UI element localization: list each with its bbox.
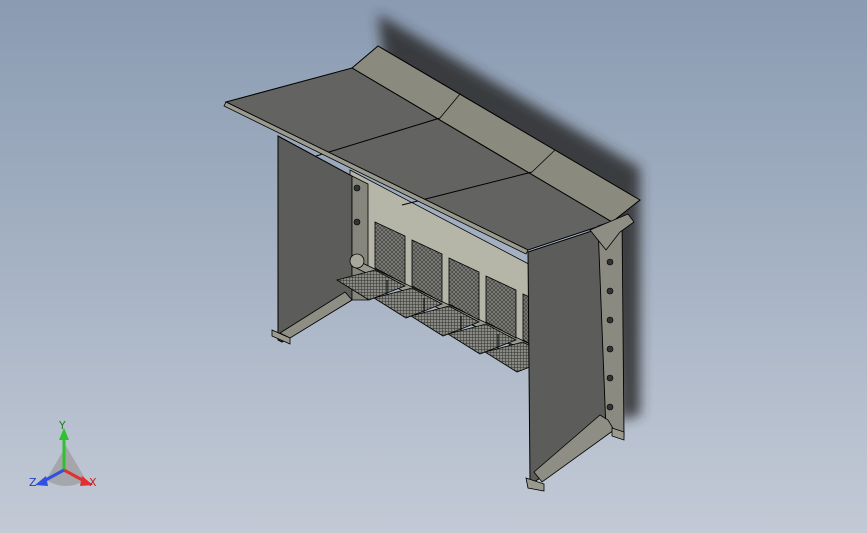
post-hole: [606, 316, 614, 324]
bench-rail-cap: [349, 253, 365, 269]
reference-triad[interactable]: [35, 428, 93, 486]
post-hole: [606, 258, 614, 266]
post-hole: [606, 345, 614, 353]
triad-x-label: X: [89, 476, 97, 489]
model-canvas[interactable]: [0, 0, 867, 533]
left-post-hole: [353, 184, 361, 192]
post-hole: [606, 374, 614, 382]
graphics-viewport[interactable]: Y X Z: [0, 0, 867, 533]
post-hole: [606, 403, 614, 411]
post-hole: [606, 287, 614, 295]
triad-y-label: Y: [59, 419, 66, 432]
triad-z-label: Z: [29, 476, 37, 489]
left-post-hole: [353, 218, 361, 226]
